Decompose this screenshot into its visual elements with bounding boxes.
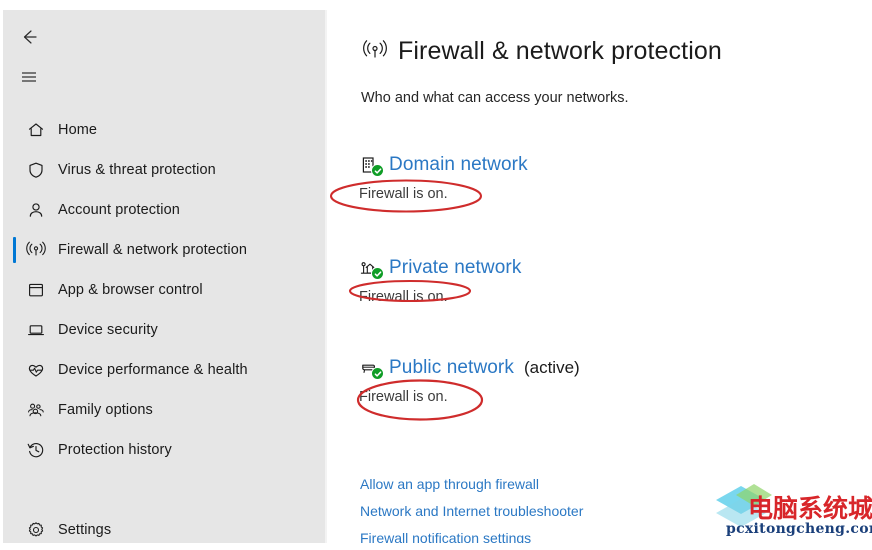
watermark-cn-text: 电脑系统城: [748, 494, 872, 523]
sidebar-item-label: Virus & threat protection: [58, 162, 216, 178]
back-arrow-icon: [18, 26, 40, 53]
sidebar-item-label: App & browser control: [58, 282, 203, 298]
network-status-domain: Firewall is on.: [359, 186, 448, 202]
building-icon: [357, 154, 384, 177]
sidebar-item-family-options[interactable]: Family options: [3, 390, 325, 430]
person-icon: [21, 199, 51, 221]
network-section-domain: Domain network Firewall is on.: [357, 152, 528, 202]
page-title: Firewall & network protection: [398, 36, 722, 65]
network-status-public: Firewall is on.: [359, 389, 448, 405]
menu-button[interactable]: [9, 62, 49, 96]
green-check-badge: [371, 367, 384, 380]
green-check-badge: [371, 267, 384, 280]
shield-icon: [21, 159, 51, 181]
park-bench-icon: [357, 357, 384, 380]
navigation-sidebar: Home Virus & threat protection Account p…: [3, 10, 325, 543]
network-section-private: Private network Firewall is on.: [357, 255, 521, 305]
sidebar-item-app-browser-control[interactable]: App & browser control: [3, 270, 325, 310]
sidebar-item-label: Device security: [58, 322, 158, 338]
network-link-public[interactable]: Public network: [389, 357, 514, 379]
network-status-private: Firewall is on.: [359, 289, 448, 305]
main-content-pane: Firewall & network protection Who and wh…: [327, 10, 872, 543]
hamburger-menu-icon: [18, 66, 40, 93]
network-header: Private network: [357, 255, 521, 281]
network-link-private[interactable]: Private network: [389, 257, 521, 279]
sidebar-item-protection-history[interactable]: Protection history: [3, 430, 325, 470]
window-top-strip: [0, 0, 872, 10]
link-firewall-notification-settings[interactable]: Firewall notification settings: [360, 530, 531, 544]
link-allow-app-through-firewall[interactable]: Allow an app through firewall: [360, 476, 539, 492]
link-row[interactable]: Network and Internet troubleshooter: [360, 497, 583, 524]
app-window-icon: [21, 279, 51, 301]
network-header: Public network (active): [357, 355, 580, 381]
sidebar-settings-section: Settings: [3, 510, 325, 550]
laptop-icon: [21, 319, 51, 341]
sidebar-item-label: Account protection: [58, 202, 180, 218]
sidebar-item-home[interactable]: Home: [3, 110, 325, 150]
back-button[interactable]: [9, 22, 49, 56]
green-check-badge: [371, 164, 384, 177]
home-icon: [21, 119, 51, 141]
sidebar-item-settings[interactable]: Settings: [3, 510, 325, 550]
page-subtitle: Who and what can access your networks.: [361, 90, 629, 106]
house-icon: [357, 257, 384, 280]
firewall-links-list: Allow an app through firewall Network an…: [360, 470, 583, 544]
page-header: Firewall & network protection: [360, 36, 722, 66]
sidebar-item-label: Home: [58, 122, 98, 138]
wifi-broadcast-icon: [21, 239, 51, 261]
link-network-internet-troubleshooter[interactable]: Network and Internet troubleshooter: [360, 503, 583, 519]
heartbeat-icon: [21, 359, 51, 381]
sidebar-item-firewall-network-protection[interactable]: Firewall & network protection: [3, 230, 325, 270]
link-row[interactable]: Firewall notification settings: [360, 524, 583, 544]
sidebar-item-label: Protection history: [58, 442, 172, 458]
sidebar-item-device-security[interactable]: Device security: [3, 310, 325, 350]
sidebar-item-label: Device performance & health: [58, 362, 248, 378]
history-clock-icon: [21, 439, 51, 461]
sidebar-item-virus-threat-protection[interactable]: Virus & threat protection: [3, 150, 325, 190]
family-people-icon: [21, 399, 51, 421]
site-watermark: 电脑系统城 pcxitongcheng.com: [710, 483, 872, 541]
link-row[interactable]: Allow an app through firewall: [360, 470, 583, 497]
network-active-tag: (active): [523, 358, 580, 377]
sidebar-menu-list: Home Virus & threat protection Account p…: [3, 110, 325, 470]
sidebar-item-label: Settings: [58, 522, 112, 538]
network-link-domain[interactable]: Domain network: [389, 154, 528, 176]
sidebar-item-label: Family options: [58, 402, 153, 418]
windows-security-window: Home Virus & threat protection Account p…: [0, 0, 872, 543]
sidebar-item-device-performance-health[interactable]: Device performance & health: [3, 350, 325, 390]
wifi-broadcast-icon: [360, 36, 390, 66]
network-section-public: Public network (active) Firewall is on.: [357, 355, 580, 405]
sidebar-item-label: Firewall & network protection: [58, 242, 248, 258]
sidebar-item-account-protection[interactable]: Account protection: [3, 190, 325, 230]
network-header: Domain network: [357, 152, 528, 178]
watermark-en-text: pcxitongcheng.com: [726, 521, 872, 537]
gear-icon: [21, 519, 51, 541]
